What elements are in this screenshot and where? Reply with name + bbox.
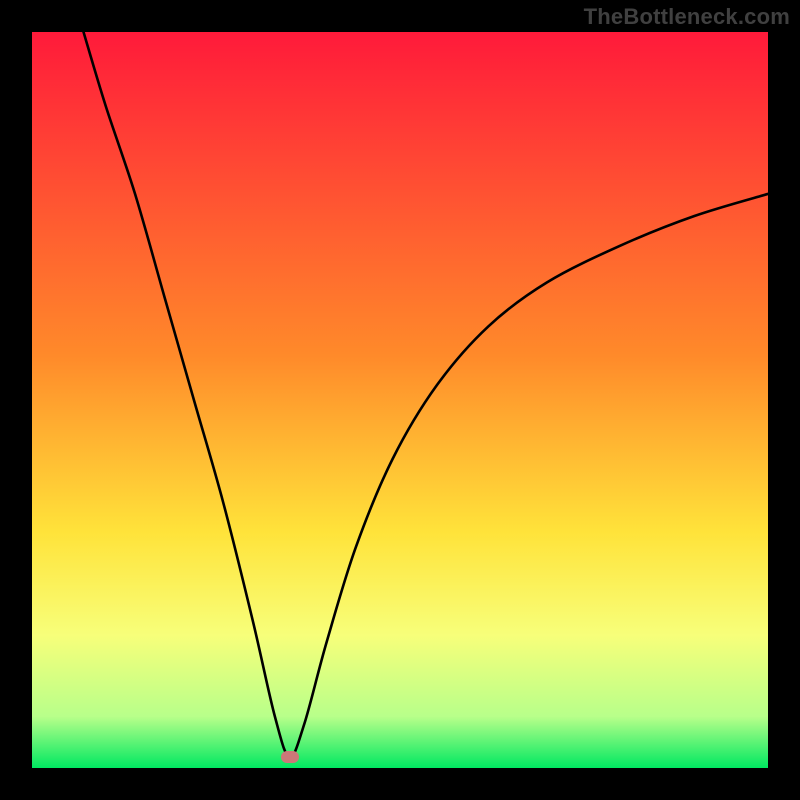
bottleneck-plot <box>32 32 768 768</box>
plot-background <box>32 32 768 768</box>
chart-frame: TheBottleneck.com <box>0 0 800 800</box>
watermark-text: TheBottleneck.com <box>584 4 790 30</box>
optimal-marker <box>281 751 299 763</box>
